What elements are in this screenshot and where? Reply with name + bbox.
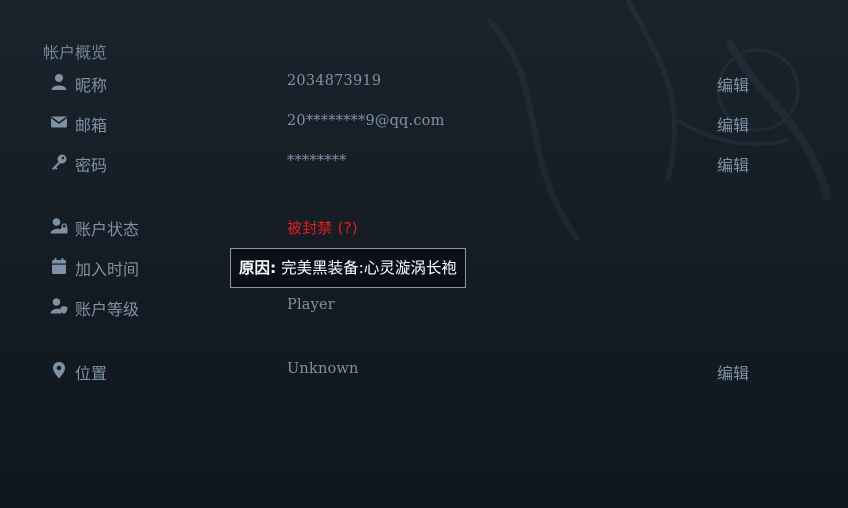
row-account-level: 账户等级 Player: [0, 294, 848, 319]
account-status-label: 账户状态: [75, 220, 140, 239]
email-label: 邮箱: [75, 116, 108, 135]
account-level-label: 账户等级: [75, 300, 140, 319]
password-value: ********: [287, 153, 347, 169]
user-lock-icon: [50, 218, 68, 234]
location-value: Unknown: [287, 361, 359, 377]
tooltip-prefix: 原因:: [239, 259, 277, 277]
row-location: 位置 Unknown 编辑: [0, 358, 848, 384]
edit-location-link[interactable]: 编辑: [717, 360, 749, 384]
edit-nickname-link[interactable]: 编辑: [717, 72, 749, 96]
ban-reason-tooltip: 原因: 完美黑装备:心灵漩涡长袍: [230, 248, 466, 288]
row-nickname: 昵称 2034873919 编辑: [0, 70, 848, 96]
row-password: 密码 ******** 编辑: [0, 150, 848, 176]
password-label: 密码: [75, 156, 108, 175]
map-marker-icon: [53, 362, 65, 379]
location-label: 位置: [75, 364, 108, 383]
user-shield-icon: [50, 298, 68, 314]
row-email: 邮箱 20********9@qq.com 编辑: [0, 110, 848, 136]
calendar-icon: [52, 258, 66, 274]
account-level-value: Player: [287, 297, 335, 313]
join-date-label: 加入时间: [75, 260, 140, 279]
edit-password-link[interactable]: 编辑: [717, 152, 749, 176]
ban-reason-help[interactable]: (?): [338, 219, 358, 237]
nickname-label: 昵称: [75, 76, 108, 95]
key-icon: [52, 154, 67, 170]
edit-email-link[interactable]: 编辑: [717, 112, 749, 136]
envelope-icon: [51, 116, 67, 128]
email-value: 20********9@qq.com: [287, 113, 445, 129]
section-title: 帐户概览: [43, 43, 108, 62]
banned-text: 被封禁: [287, 219, 333, 237]
account-status-value: 被封禁 (?): [287, 217, 358, 238]
tooltip-text: 完美黑装备:心灵漩涡长袍: [281, 259, 457, 277]
user-icon: [51, 74, 67, 90]
row-account-status: 账户状态 被封禁 (?): [0, 214, 848, 239]
nickname-value: 2034873919: [287, 73, 382, 89]
